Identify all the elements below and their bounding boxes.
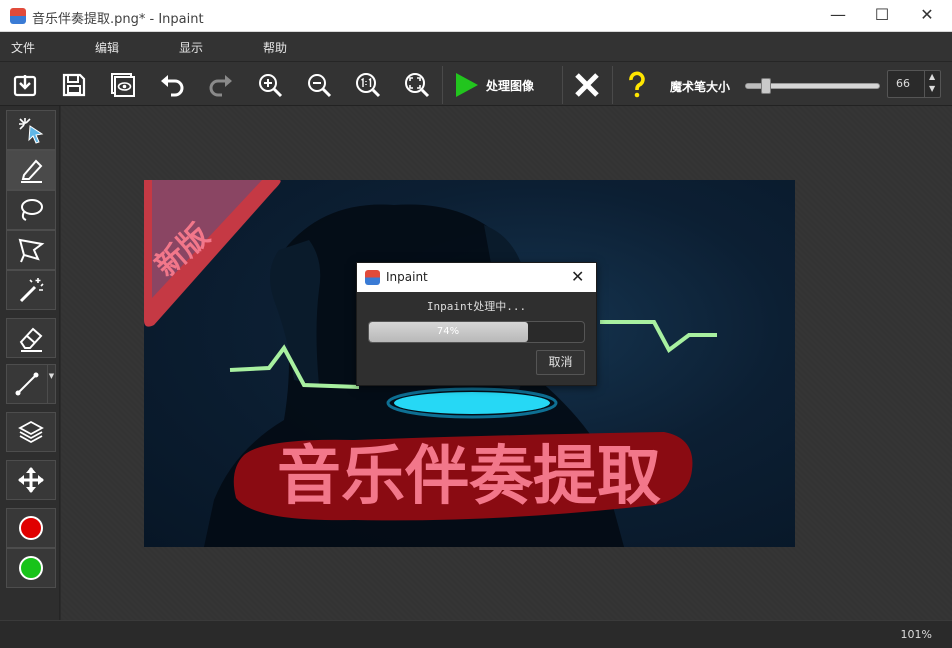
zoom-level: 101% xyxy=(900,628,932,641)
layers-icon xyxy=(18,420,44,444)
neon-wave-right xyxy=(600,320,717,353)
zoom-in-icon xyxy=(259,74,283,98)
open-button[interactable] xyxy=(8,68,42,102)
redo-icon xyxy=(209,75,232,97)
tool-smart-select[interactable] xyxy=(6,110,56,150)
help-button[interactable] xyxy=(620,68,654,102)
dialog-cancel-button[interactable]: 取消 xyxy=(536,350,585,375)
line-icon xyxy=(15,372,39,396)
dialog-title-bar: Inpaint ✕ xyxy=(357,263,596,292)
preview-button[interactable] xyxy=(106,68,140,102)
actual-size-button[interactable] xyxy=(351,68,385,102)
title-bar: 音乐伴奏提取.png* - Inpaint — ☐ ✕ xyxy=(0,0,952,32)
brush-size-value: 66 xyxy=(896,77,910,90)
red-color-swatch xyxy=(19,516,43,540)
brush-size-label: 魔术笔大小 xyxy=(670,80,731,94)
spin-arrows: ▲ ▼ xyxy=(924,71,940,97)
tool-marker[interactable] xyxy=(6,150,56,190)
menu-help[interactable]: 帮助 xyxy=(263,39,287,56)
process-image-button[interactable]: 处理图像 xyxy=(452,68,534,102)
undo-icon xyxy=(161,75,184,97)
spin-up-icon[interactable]: ▲ xyxy=(929,72,935,81)
tool-line[interactable] xyxy=(6,364,48,404)
chevron-down-icon: ▼ xyxy=(48,372,55,380)
menu-edit[interactable]: 编辑 xyxy=(95,39,119,56)
red-color-button[interactable] xyxy=(6,508,56,548)
toolbar-separator xyxy=(612,66,613,104)
slider-thumb[interactable] xyxy=(761,78,771,94)
save-button[interactable] xyxy=(57,68,91,102)
progress-bar: 74% xyxy=(368,321,585,343)
spin-down-icon[interactable]: ▼ xyxy=(929,84,935,93)
brush-size-slider[interactable] xyxy=(745,78,880,94)
hand-left xyxy=(270,240,321,385)
cancel-x-icon xyxy=(575,73,599,97)
tool-magic-wand[interactable] xyxy=(6,270,56,310)
cancel-process-button[interactable] xyxy=(570,68,604,102)
zoom-out-button[interactable] xyxy=(302,68,336,102)
play-icon xyxy=(456,73,478,97)
toolbar-separator xyxy=(442,66,443,104)
app-icon xyxy=(10,8,26,24)
close-button[interactable]: ✕ xyxy=(904,0,950,32)
green-color-swatch xyxy=(19,556,43,580)
progress-text: 74% xyxy=(436,326,460,337)
window-title: 音乐伴奏提取.png* - Inpaint xyxy=(32,12,204,27)
toolbar-separator xyxy=(562,66,563,104)
green-color-button[interactable] xyxy=(6,548,56,588)
save-icon xyxy=(62,73,86,97)
main-title-text: 音乐伴奏提取 xyxy=(277,440,661,514)
dialog-message: Inpaint处理中... xyxy=(426,300,527,313)
magic-wand-icon xyxy=(19,278,44,303)
zoom-in-button[interactable] xyxy=(253,68,287,102)
tool-polygon-lasso[interactable] xyxy=(6,230,56,270)
zoom-out-icon xyxy=(308,74,332,98)
redo-button[interactable] xyxy=(204,68,238,102)
help-icon xyxy=(629,71,645,98)
brush-size-spinbox[interactable]: 66 ▲ ▼ xyxy=(887,70,941,98)
actual-size-icon xyxy=(356,73,381,98)
tool-layers[interactable] xyxy=(6,412,56,452)
marker-icon xyxy=(21,159,43,183)
menu-view[interactable]: 显示 xyxy=(179,39,203,56)
maximize-button[interactable]: ☐ xyxy=(859,0,905,32)
toolbar: 处理图像 魔术笔大小 66 ▲ ▼ xyxy=(0,62,952,106)
tool-eraser[interactable] xyxy=(6,318,56,358)
process-image-label: 处理图像 xyxy=(486,78,535,93)
eraser-icon xyxy=(19,327,43,352)
glow-disc xyxy=(394,392,550,414)
undo-button[interactable] xyxy=(155,68,189,102)
dialog-close-button[interactable]: ✕ xyxy=(571,267,584,286)
line-tool-dropdown[interactable]: ▼ xyxy=(48,364,56,404)
tool-lasso[interactable] xyxy=(6,190,56,230)
polygon-lasso-icon xyxy=(18,238,45,263)
tool-move[interactable] xyxy=(6,460,56,500)
magic-wand-select-icon xyxy=(19,118,44,144)
menu-bar: 文件 编辑 显示 帮助 xyxy=(0,32,952,62)
open-icon xyxy=(13,75,37,97)
fit-icon xyxy=(405,73,430,98)
dialog-title: Inpaint xyxy=(386,270,428,284)
progress-dialog: Inpaint ✕ Inpaint处理中... 74% 取消 xyxy=(356,262,597,386)
preview-icon xyxy=(111,73,135,97)
menu-file[interactable]: 文件 xyxy=(11,39,35,56)
fit-button[interactable] xyxy=(400,68,434,102)
minimize-button[interactable]: — xyxy=(815,0,861,32)
move-icon xyxy=(18,467,44,493)
dialog-app-icon xyxy=(365,270,380,285)
status-bar: 101% xyxy=(0,620,952,648)
lasso-icon xyxy=(21,199,43,221)
